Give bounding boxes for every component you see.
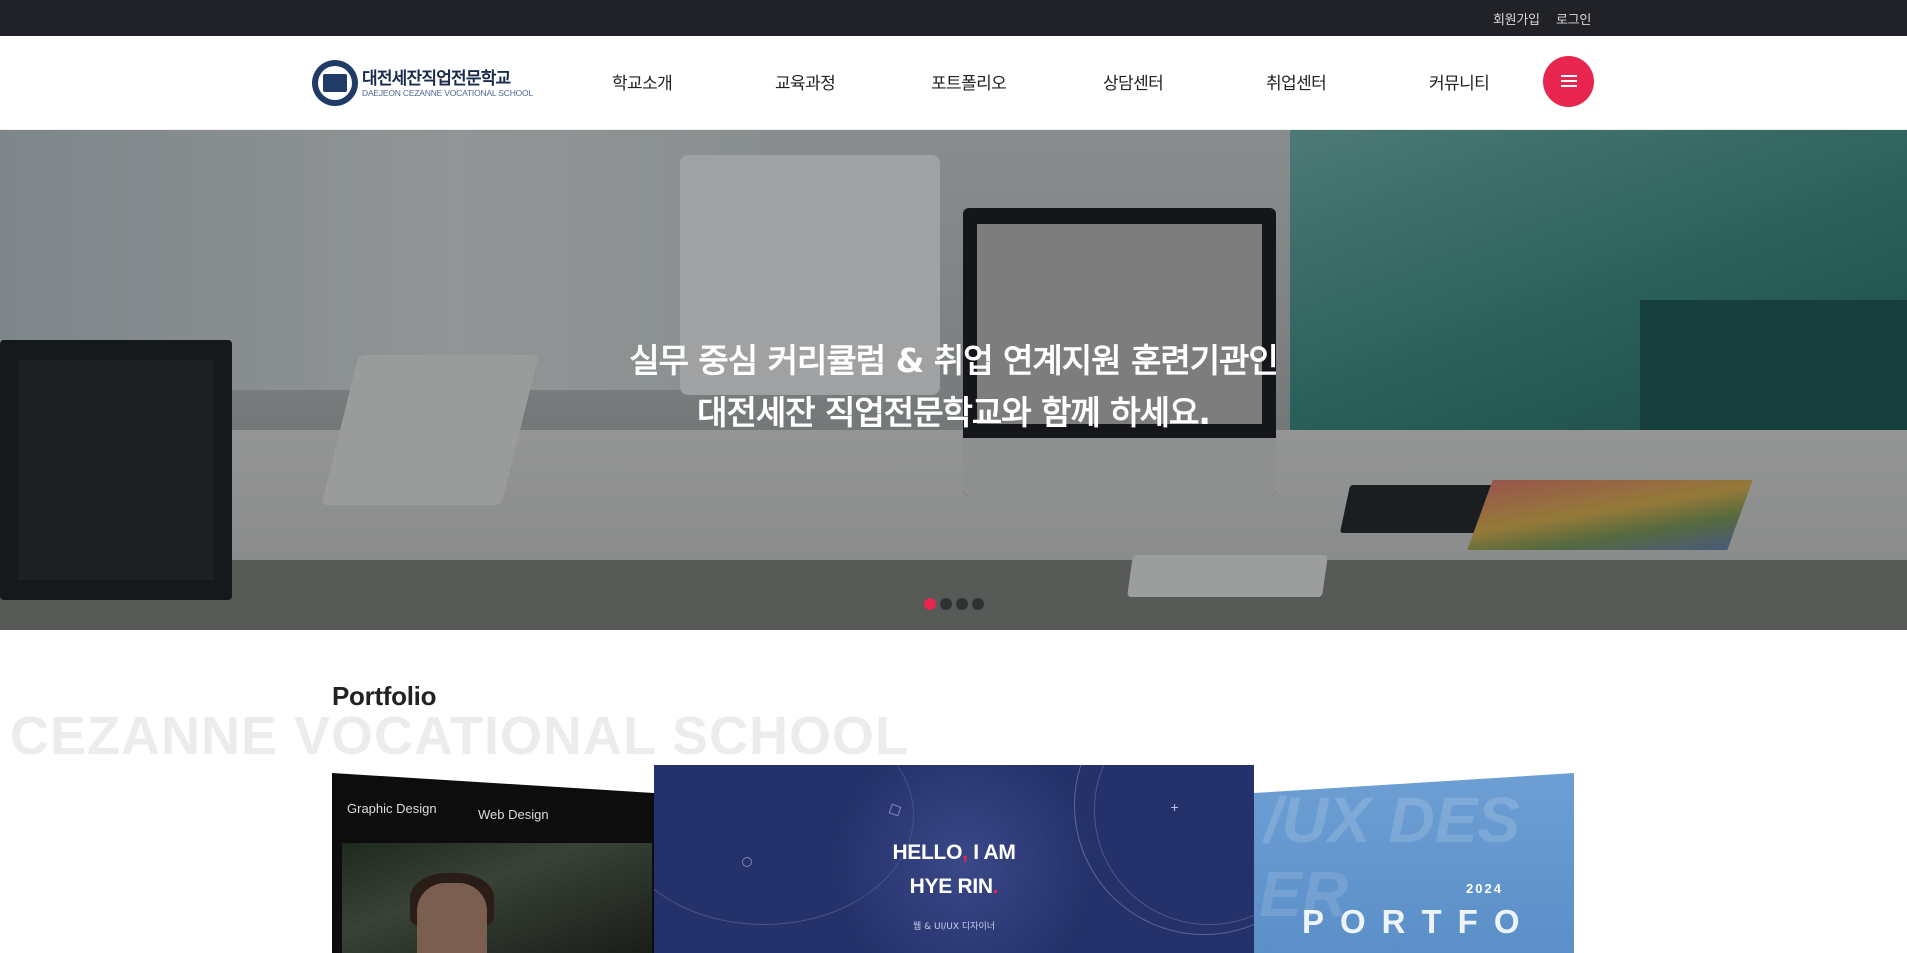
nav-item-portfolio[interactable]: 포트폴리오 <box>931 69 1007 94</box>
hero-headline-line1: 실무 중심 커리큘럼 & 취업 연계지원 훈련기관인 <box>629 341 1279 380</box>
nav-item-counseling[interactable]: 상담센터 <box>1103 69 1164 94</box>
card-tab-graphic-design: Graphic Design <box>347 801 437 816</box>
card-year: 2024 <box>1466 881 1503 896</box>
slider-dot-4[interactable] <box>972 598 984 610</box>
portfolio-card-center[interactable]: + HELLO, I AM HYE RIN. 웹 & UI/UX 디자이너 <box>654 765 1254 953</box>
background-watermark-text: CEZANNE VOCATIONAL SCHOOL <box>10 706 910 766</box>
site-header: 대전세잔직업전문학교 DAEJEON CEZANNE VOCATIONAL SC… <box>0 36 1907 130</box>
nav-item-community[interactable]: 커뮤니티 <box>1429 69 1490 94</box>
plus-decoration-icon: + <box>1170 801 1180 814</box>
login-link[interactable]: 로그인 <box>1556 9 1591 28</box>
signup-link[interactable]: 회원가입 <box>1493 9 1540 28</box>
portfolio-card-right[interactable]: /UX DES ER 2024 PORTFO <box>1254 773 1574 953</box>
hamburger-menu-button[interactable] <box>1543 56 1594 107</box>
slider-dot-3[interactable] <box>956 598 968 610</box>
hero-slider: 실무 중심 커리큘럼 & 취업 연계지원 훈련기관인 대전세잔 직업전문학교와 … <box>0 130 1907 630</box>
portfolio-section-title: Portfolio <box>332 681 437 711</box>
nav-item-school-intro[interactable]: 학교소개 <box>612 69 673 94</box>
card-hello-line2: HYE RIN. <box>909 875 999 898</box>
card-tab-web-design: Web Design <box>478 807 549 822</box>
card-hello-line1: HELLO, I AM <box>892 841 1016 864</box>
hero-headline-line2: 대전세잔 직업전문학교와 함께 하세요. <box>697 393 1211 432</box>
nav-item-curriculum[interactable]: 교육과정 <box>775 69 836 94</box>
logo-name-english: DAEJEON CEZANNE VOCATIONAL SCHOOL <box>362 88 533 98</box>
portfolio-card-left[interactable]: Graphic Design Web Design <box>332 773 654 953</box>
card-illustration-image <box>342 843 652 953</box>
card-subtitle: 웹 & UI/UX 디자이너 <box>912 922 996 932</box>
slider-dot-1[interactable] <box>924 598 936 610</box>
card-portfolio-text: PORTFO <box>1302 903 1536 940</box>
logo-name-korean: 대전세잔직업전문학교 <box>362 69 511 89</box>
slider-dot-2[interactable] <box>940 598 952 610</box>
top-utility-bar: 회원가입 로그인 <box>0 0 1907 36</box>
hamburger-icon <box>1561 75 1577 77</box>
nav-item-employment[interactable]: 취업센터 <box>1266 69 1327 94</box>
school-logo[interactable]: 대전세잔직업전문학교 DAEJEON CEZANNE VOCATIONAL SC… <box>312 60 534 108</box>
school-emblem-icon <box>312 60 358 106</box>
card-ghost-text: /UX DES <box>1264 784 1521 856</box>
